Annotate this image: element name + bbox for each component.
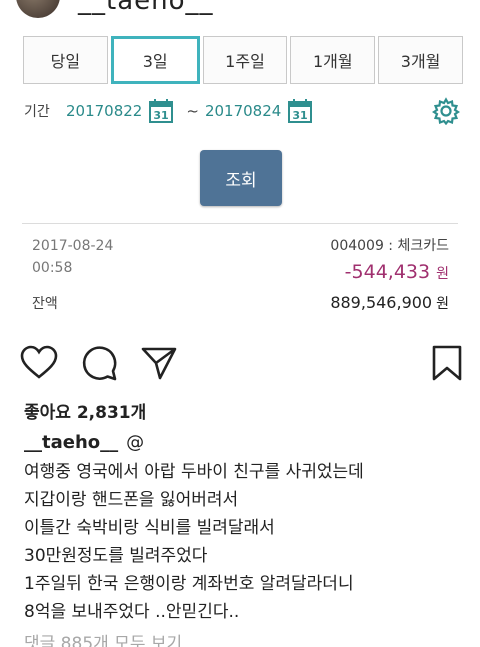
calendar-icon[interactable]: 31 [148,98,174,124]
likes-count[interactable]: 좋아요 2,831개 [24,398,146,423]
view-all-comments-link[interactable]: 댓글 885개 모두 보기 [24,629,182,647]
comment-icon[interactable] [80,344,118,382]
period-tab-1month[interactable]: 1개월 [290,36,376,84]
start-date[interactable]: 20170822 [66,102,142,120]
date-range-row: 기간 20170822 31 ~ 20170824 31 [24,96,460,126]
date-range-label: 기간 [24,104,50,120]
period-tab-label: 당일 [50,52,81,71]
transaction-account: 004009 : 체크카드 [330,238,449,254]
end-date[interactable]: 20170824 [205,102,281,120]
bookmark-icon[interactable] [428,344,466,382]
caption-line: 1주일뒤 한국 은행이랑 계좌번호 알려달라더니 [24,574,354,594]
caption-line: 8억을 보내주었다 ..안믿긴다.. [24,602,240,622]
calendar-day: 31 [154,109,169,122]
caption-header: __taeho__ @ [24,432,144,453]
period-tab-3months[interactable]: 3개월 [378,36,463,84]
divider [22,223,458,224]
period-tab-label: 3일 [142,52,168,71]
balance-label: 잔액 [32,296,58,312]
balance-currency: 원 [436,296,449,312]
caption-line: 이틀간 숙박비랑 식비를 빌려달래서 [24,518,275,538]
transaction-datetime: 2017-08-24 00:58 [32,235,113,279]
transaction-time: 00:58 [32,260,73,276]
balance-amount-value: 889,546,900 [330,293,433,312]
period-tab-today[interactable]: 당일 [23,36,108,84]
transaction-currency: 원 [436,266,449,282]
gear-icon[interactable] [432,97,460,125]
period-tab-label: 1개월 [312,52,353,71]
post-header: __taeho__ [0,0,480,20]
period-tab-3days[interactable]: 3일 [110,36,200,84]
calendar-day: 31 [293,109,308,122]
caption-line: 지갑이랑 핸드폰을 잃어버려서 [24,490,239,510]
caption-text: 여행중 영국에서 아랍 두바이 친구를 사귀었는데 지갑이랑 핸드폰을 잃어버려… [24,458,464,626]
caption-username[interactable]: __taeho__ [24,432,118,453]
caption-line: 30만원정도를 빌려주었다 [24,546,208,566]
post-actions [0,340,480,386]
transaction-date: 2017-08-24 [32,238,114,254]
post-image-bank-screenshot: 당일 3일 1주일 1개월 3개월 기간 20170822 31 ~ 20170… [0,20,480,330]
share-icon[interactable] [140,344,178,382]
period-tabs: 당일 3일 1주일 1개월 3개월 [23,36,463,84]
header-username[interactable]: __taeho__ [78,0,214,16]
period-tab-label: 3개월 [400,52,441,71]
transaction-amount-value: -544,433 [344,261,431,283]
period-tab-label: 1주일 [225,52,265,71]
transaction-amount: -544,433 원 [345,261,449,283]
caption-mention: @ [126,432,145,453]
period-tab-1week[interactable]: 1주일 [202,36,288,84]
search-button[interactable]: 조회 [200,150,282,206]
date-range-separator: ~ [186,102,199,120]
calendar-icon[interactable]: 31 [287,98,313,124]
caption-line: 여행중 영국에서 아랍 두바이 친구를 사귀었는데 [24,462,364,482]
avatar[interactable] [16,0,60,18]
balance-amount: 889,546,900 원 [330,293,449,313]
heart-icon[interactable] [20,344,58,382]
